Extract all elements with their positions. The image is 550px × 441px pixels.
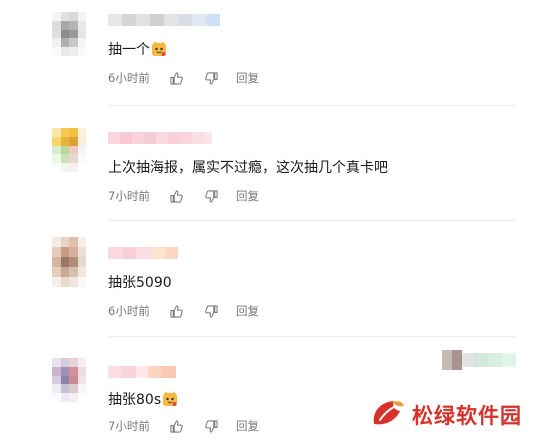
avatar[interactable] bbox=[52, 128, 86, 172]
reply-button[interactable]: 回复 bbox=[236, 188, 259, 204]
username-blurred[interactable] bbox=[108, 14, 220, 26]
comment-text: 抽一个 bbox=[108, 40, 167, 60]
thumbs-down-icon[interactable] bbox=[205, 419, 218, 433]
thumbs-up-icon[interactable] bbox=[170, 419, 183, 433]
username-blurred[interactable] bbox=[108, 247, 178, 259]
cat-emoji-icon bbox=[162, 391, 178, 407]
thumbs-down-icon[interactable] bbox=[205, 71, 218, 85]
thumbs-down-icon[interactable] bbox=[205, 189, 218, 203]
thumbs-up-icon[interactable] bbox=[170, 71, 183, 85]
divider bbox=[108, 220, 516, 221]
comment-meta: 6小时前 回复 bbox=[108, 303, 259, 319]
comment-text-value: 上次抽海报，属实不过瘾，这次抽几个真卡吧 bbox=[108, 160, 388, 176]
comment-text: 抽张80s bbox=[108, 390, 178, 410]
reply-button[interactable]: 回复 bbox=[236, 418, 259, 434]
thumbs-up-icon[interactable] bbox=[170, 189, 183, 203]
comment-text: 抽张5090 bbox=[108, 273, 172, 293]
comment-text-value: 抽张5090 bbox=[108, 275, 172, 291]
divider bbox=[108, 105, 516, 106]
comment-time: 7小时前 bbox=[108, 189, 150, 203]
comment-meta: 7小时前 回复 bbox=[108, 188, 259, 204]
thumbs-down-icon[interactable] bbox=[205, 304, 218, 318]
avatar[interactable] bbox=[52, 12, 86, 56]
comment-meta: 6小时前 回复 bbox=[108, 70, 259, 86]
comment-text: 上次抽海报，属实不过瘾，这次抽几个真卡吧 bbox=[108, 158, 388, 178]
username-blurred[interactable] bbox=[108, 132, 212, 144]
divider bbox=[108, 336, 516, 337]
comment-text-value: 抽张80s bbox=[108, 392, 162, 408]
reply-button[interactable]: 回复 bbox=[236, 70, 259, 86]
blurred-tag bbox=[442, 350, 516, 370]
reply-button[interactable]: 回复 bbox=[236, 303, 259, 319]
leaf-logo-icon bbox=[370, 398, 406, 432]
comment-time: 6小时前 bbox=[108, 304, 150, 318]
watermark: 松绿软件园 bbox=[370, 398, 522, 432]
avatar[interactable] bbox=[52, 237, 86, 287]
thumbs-up-icon[interactable] bbox=[170, 304, 183, 318]
comment-meta: 7小时前 回复 bbox=[108, 418, 259, 434]
comment-text-value: 抽一个 bbox=[108, 42, 150, 58]
comment-time: 6小时前 bbox=[108, 71, 150, 85]
avatar[interactable] bbox=[52, 358, 86, 402]
comment-time: 7小时前 bbox=[108, 419, 150, 433]
cat-emoji-icon bbox=[151, 41, 167, 57]
watermark-text: 松绿软件园 bbox=[412, 404, 522, 428]
username-blurred[interactable] bbox=[108, 366, 176, 378]
